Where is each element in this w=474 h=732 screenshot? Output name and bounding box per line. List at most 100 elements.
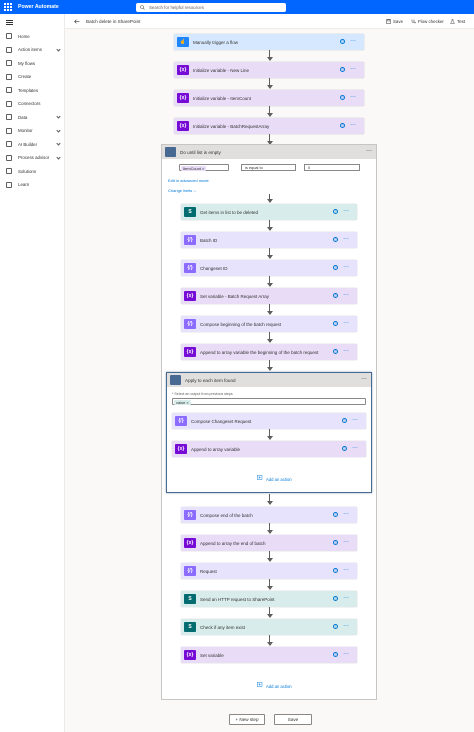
help-icon[interactable]: ?	[340, 95, 345, 100]
action-card-initialize-variable-batchrequestarray[interactable]: {x} Initialize variable - BatchRequestArr…	[174, 118, 364, 134]
nav-item-my-flows[interactable]: My flows	[0, 57, 65, 69]
more-options-icon[interactable]: …	[361, 375, 367, 381]
nav-item-templates[interactable]: Templates	[0, 84, 65, 96]
action-card-title: Manually trigger a flow	[193, 39, 239, 45]
action-card-append-to-array-the-end-of-batch[interactable]: {x} Append to array the end of batch?…	[181, 535, 357, 551]
action-card-set-variable[interactable]: {x} Set variable?…	[181, 647, 357, 663]
action-card-manually-trigger-a-flow[interactable]: ☝ Manually trigger a flow?…	[174, 34, 364, 50]
action-card-initialize-variable-itemcount[interactable]: {x} Initialize variable - ItemCount?…	[174, 90, 364, 106]
help-icon[interactable]: ?	[340, 39, 345, 44]
sharepoint-icon: S	[184, 594, 196, 604]
help-icon[interactable]: ?	[342, 418, 347, 423]
compose-icon: {/}	[184, 319, 196, 329]
action-card-batch-id[interactable]: {/} Batch ID?…	[181, 232, 357, 248]
more-options-icon[interactable]: …	[343, 207, 350, 213]
action-card-check-if-any-item-exist[interactable]: S Check if any item exist?…	[181, 619, 357, 635]
help-icon[interactable]: ?	[333, 568, 338, 573]
help-icon[interactable]: ?	[333, 540, 338, 545]
action-card-send-an-http-request-to-sharepoint[interactable]: S Send an HTTP request to SharePoint?…	[181, 591, 357, 607]
new-step-button[interactable]: + New step	[229, 714, 265, 725]
more-options-icon[interactable]: …	[343, 263, 350, 269]
help-icon[interactable]: ?	[333, 349, 338, 354]
more-options-icon[interactable]: …	[343, 538, 350, 544]
more-options-icon[interactable]: …	[343, 319, 350, 325]
help-icon[interactable]: ?	[333, 265, 338, 270]
help-icon[interactable]: ?	[333, 293, 338, 298]
more-options-icon[interactable]: …	[352, 444, 359, 450]
action-card-compose-end-of-the-batch[interactable]: {/} Compose end of the batch?…	[181, 507, 357, 523]
condition-left-operand[interactable]: ItemCount ×	[179, 164, 229, 171]
change-limits-link[interactable]: Change limits ⌵	[168, 188, 196, 193]
more-options-icon[interactable]: …	[343, 510, 350, 516]
app-launcher-icon[interactable]	[4, 3, 12, 11]
help-icon[interactable]: ?	[333, 652, 338, 657]
condition-value-input[interactable]: 0	[304, 164, 360, 171]
nav-item-ai-builder[interactable]: AI Builder	[0, 138, 65, 150]
more-options-icon[interactable]: …	[366, 147, 372, 153]
hamburger-menu-icon[interactable]	[6, 20, 13, 25]
variable-icon: {x}	[184, 291, 196, 301]
chevron-down-icon[interactable]	[56, 46, 61, 52]
more-options-icon[interactable]: …	[343, 566, 350, 572]
more-options-icon[interactable]: …	[343, 347, 350, 353]
compose-icon: {/}	[184, 566, 196, 576]
search-box[interactable]: Search for helpful resources	[136, 2, 286, 12]
more-options-icon[interactable]: …	[352, 416, 359, 422]
nav-item-process-advisor[interactable]: Process advisor	[0, 152, 65, 164]
action-card-changeset-id[interactable]: {/} Changeset ID?…	[181, 260, 357, 276]
help-icon[interactable]: ?	[333, 596, 338, 601]
edit-advanced-mode-link[interactable]: Edit in advanced mode	[168, 178, 209, 183]
apply-to-each-header[interactable]: Apply to each item found…	[167, 373, 371, 387]
more-options-icon[interactable]: …	[350, 93, 357, 99]
condition-operator-dropdown[interactable]: is equal to	[241, 164, 296, 171]
connector-arrow	[266, 304, 273, 315]
more-options-icon[interactable]: …	[343, 594, 350, 600]
more-options-icon[interactable]: …	[343, 622, 350, 628]
nav-item-action-items[interactable]: Action items	[0, 44, 65, 56]
action-card-compose-beginning-of-the-batch-request[interactable]: {/} Compose beginning of the batch reques…	[181, 316, 357, 332]
more-options-icon[interactable]: …	[350, 37, 357, 43]
save-button[interactable]: Save	[274, 714, 312, 725]
nav-item-create[interactable]: Create	[0, 71, 65, 83]
action-card-initialize-variable-new-line[interactable]: {x} Initialize variable - New Line?…	[174, 62, 364, 78]
chevron-down-icon[interactable]	[56, 127, 61, 133]
help-icon[interactable]: ?	[340, 123, 345, 128]
help-icon[interactable]: ?	[333, 209, 338, 214]
help-icon[interactable]: ?	[342, 446, 347, 451]
chevron-down-icon[interactable]	[56, 141, 61, 146]
nav-item-connectors[interactable]: Connectors	[0, 98, 65, 110]
action-card-compose-changeset-request[interactable]: {/} Compose Changeset Request?…	[172, 413, 366, 429]
nav-item-monitor[interactable]: Monitor	[0, 125, 65, 137]
chevron-down-icon[interactable]	[56, 114, 61, 119]
chevron-down-icon[interactable]	[56, 154, 61, 160]
help-icon[interactable]: ?	[333, 321, 338, 326]
app-title[interactable]: Power Automate	[18, 4, 59, 10]
value-token[interactable]: value ×	[174, 399, 191, 405]
more-options-icon[interactable]: …	[343, 650, 350, 656]
back-arrow-icon[interactable]	[74, 19, 80, 24]
connector-arrow	[266, 248, 273, 259]
action-card-set-variable-batch-request-array[interactable]: {x} Set variable - Batch Request Array?…	[181, 288, 357, 304]
nav-item-solutions[interactable]: Solutions	[0, 165, 65, 177]
more-options-icon[interactable]: …	[343, 291, 350, 297]
help-icon[interactable]: ?	[333, 512, 338, 517]
itemcount-token[interactable]: ItemCount ×	[181, 165, 207, 171]
action-card-get-items-in-list-to-be-deleted[interactable]: S Get items in list to be deleted?…	[181, 204, 357, 220]
action-card-append-to-array-variable[interactable]: {x} Append to array variable?…	[172, 441, 366, 457]
nav-item-learn[interactable]: Learn	[0, 179, 65, 191]
select-output-input[interactable]: value ×	[172, 398, 366, 405]
more-options-icon[interactable]: …	[350, 65, 357, 71]
template-icon	[6, 87, 12, 93]
nav-item-home[interactable]: Home	[0, 30, 65, 42]
nav-item-data[interactable]: Data	[0, 111, 65, 123]
help-icon[interactable]: ?	[340, 67, 345, 72]
ai-builder-icon	[6, 141, 12, 147]
more-options-icon[interactable]: …	[350, 121, 357, 127]
do-until-header[interactable]: Do until list is empty…	[162, 145, 376, 159]
more-options-icon[interactable]: …	[343, 235, 350, 241]
action-card-append-to-array-variable-the-beginning-of-the-batch-request[interactable]: {x} Append to array variable the beginnin…	[181, 344, 357, 360]
help-icon[interactable]: ?	[333, 624, 338, 629]
help-icon[interactable]: ?	[333, 237, 338, 242]
action-card-request[interactable]: {/} Request?…	[181, 563, 357, 579]
left-navigation: Home Action items My flows Create Templates C…	[0, 14, 65, 732]
